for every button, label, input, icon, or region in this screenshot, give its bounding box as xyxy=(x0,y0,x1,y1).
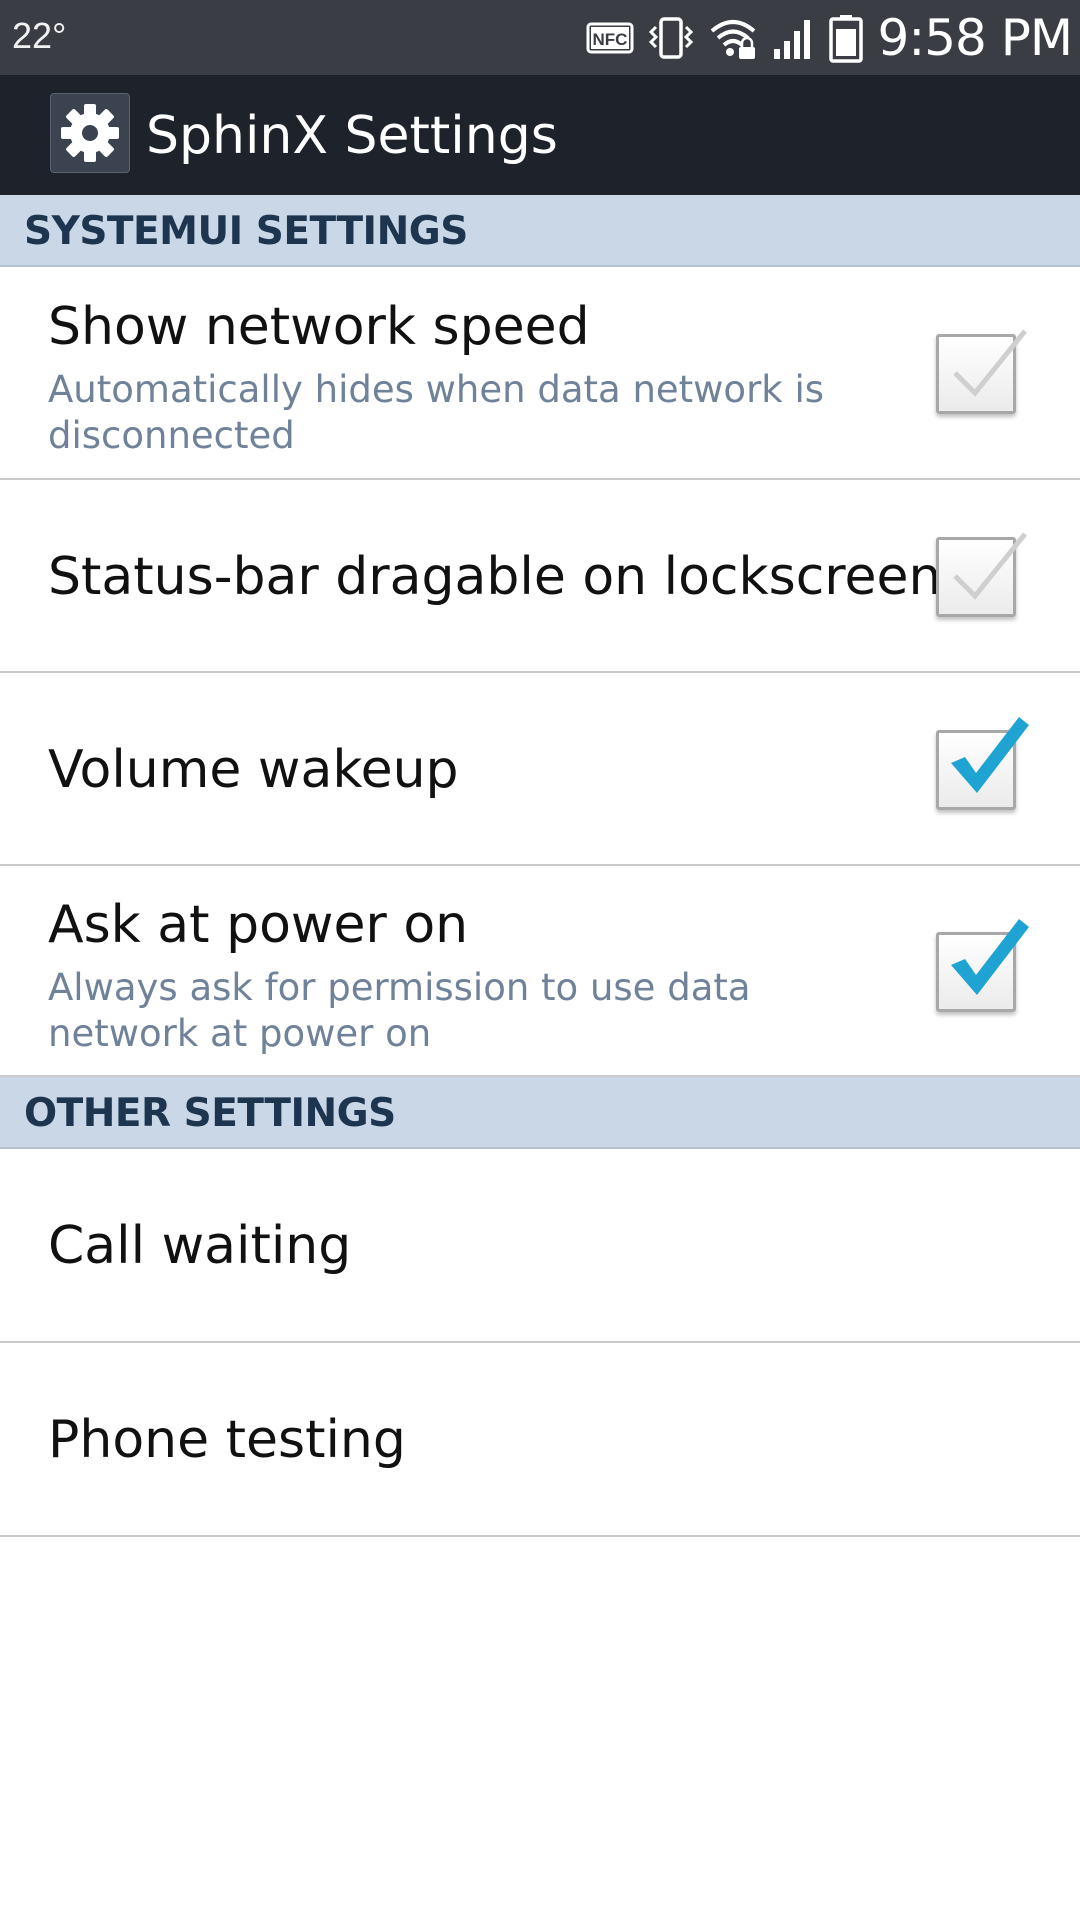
check-mark-icon xyxy=(951,919,1029,995)
pref-show-network-speed[interactable]: Show network speed Automatically hides w… xyxy=(0,267,1080,480)
pref-title: Show network speed xyxy=(48,297,590,357)
pref-ask-at-power-on[interactable]: Ask at power on Always ask for permissio… xyxy=(0,866,1080,1077)
weather-temperature: 22° xyxy=(12,15,67,56)
pref-title: Ask at power on xyxy=(48,895,469,955)
pref-title: Status-bar dragable on lockscreen xyxy=(48,547,942,607)
pref-call-waiting[interactable]: Call waiting xyxy=(0,1149,1080,1343)
wifi-lock-icon xyxy=(708,15,758,61)
section-header-label: OTHER SETTINGS xyxy=(24,1091,396,1136)
check-mark-icon xyxy=(953,329,1027,397)
section-header-other: OTHER SETTINGS xyxy=(0,1077,1080,1149)
settings-gear-icon[interactable] xyxy=(50,93,130,173)
check-mark-icon xyxy=(953,532,1027,600)
pref-title: Phone testing xyxy=(48,1410,406,1470)
clock: 9:58 PM xyxy=(877,8,1073,67)
action-bar: SphinX Settings xyxy=(0,75,1080,195)
page-title: SphinX Settings xyxy=(146,106,558,166)
pref-statusbar-dragable[interactable]: Status-bar dragable on lockscreen xyxy=(0,480,1080,673)
check-mark-icon xyxy=(951,717,1029,793)
checkbox-checked[interactable] xyxy=(936,717,1029,810)
status-bar: 22° NFC 9:58 PM xyxy=(0,0,1080,75)
checkbox-checked[interactable] xyxy=(936,919,1029,1012)
pref-summary: Automatically hides when data network is… xyxy=(48,368,825,457)
pref-title: Call waiting xyxy=(48,1216,352,1276)
checkbox-unchecked[interactable] xyxy=(936,329,1027,414)
pref-title: Volume wakeup xyxy=(48,740,459,800)
checkbox-unchecked[interactable] xyxy=(936,532,1027,617)
signal-icon xyxy=(772,15,814,61)
status-icons: NFC 9:58 PM xyxy=(586,0,1080,75)
section-header-systemui: SYSTEMUI SETTINGS xyxy=(0,195,1080,267)
pref-volume-wakeup[interactable]: Volume wakeup xyxy=(0,673,1080,866)
nfc-icon: NFC xyxy=(586,20,634,56)
battery-icon xyxy=(828,13,864,63)
pref-summary: Always ask for permission to use data ne… xyxy=(48,966,751,1055)
svg-text:NFC: NFC xyxy=(592,30,627,49)
vibrate-icon xyxy=(648,15,694,61)
pref-phone-testing[interactable]: Phone testing xyxy=(0,1343,1080,1537)
section-header-label: SYSTEMUI SETTINGS xyxy=(24,209,468,254)
